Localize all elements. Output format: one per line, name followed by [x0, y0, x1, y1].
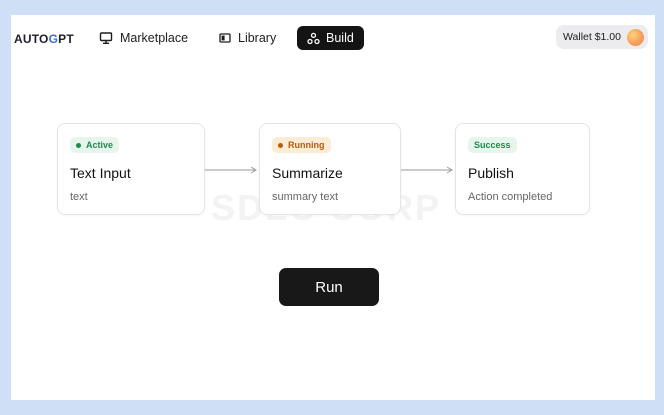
status-dot — [76, 142, 81, 148]
status-badge: Active — [70, 137, 120, 153]
status-dot — [278, 142, 283, 148]
run-button[interactable]: Run — [279, 268, 379, 306]
node-subtitle: Action completed — [468, 191, 553, 203]
node-subtitle: text — [70, 191, 88, 203]
node-title: Summarize — [272, 165, 343, 181]
node-subtitle: summary text — [272, 191, 339, 203]
node-publish[interactable]: Success Publish Action completed — [455, 123, 590, 215]
status-badge: Running — [272, 137, 331, 153]
node-text-input[interactable]: Active Text Input text — [57, 123, 205, 215]
node-title: Text Input — [70, 165, 131, 181]
status-badge: Success — [468, 137, 517, 153]
node-summarize[interactable]: Running Summarize summary text — [259, 123, 401, 215]
app-frame: AUTOGPT Marketplace Library Build Wallet… — [11, 15, 655, 400]
node-title: Publish — [468, 165, 514, 181]
